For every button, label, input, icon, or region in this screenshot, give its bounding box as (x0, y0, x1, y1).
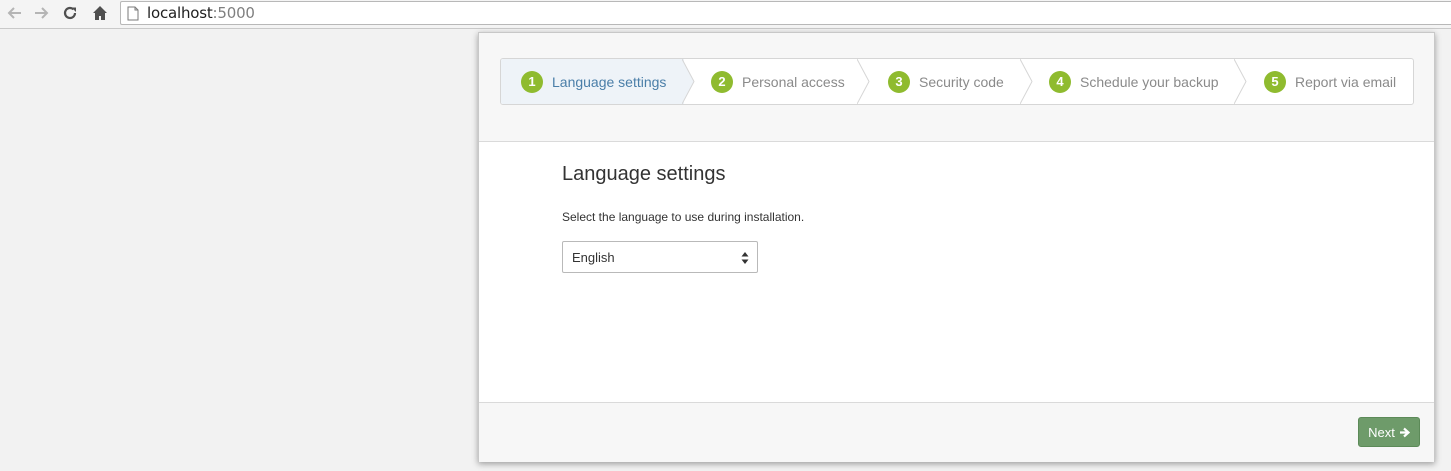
wizard-header: 1 Language settings 2 Personal access 3 … (479, 33, 1434, 142)
document-icon (126, 5, 140, 21)
step-separator (682, 59, 695, 104)
step-number-badge: 4 (1049, 70, 1071, 93)
instruction-text: Select the language to use during instal… (562, 210, 805, 224)
back-button[interactable] (4, 3, 24, 23)
step-number-badge: 1 (521, 70, 543, 93)
step-language-settings[interactable]: 1 Language settings (521, 59, 666, 104)
step-separator (857, 59, 870, 104)
next-button[interactable]: Next (1358, 417, 1420, 447)
step-label: Personal access (742, 73, 845, 90)
wizard-body: Language settings Select the language to… (479, 143, 1434, 402)
reload-icon (62, 5, 78, 21)
step-number-badge: 3 (888, 70, 910, 93)
step-label: Report via email (1295, 73, 1397, 90)
address-bar[interactable]: localhost:5000 (120, 1, 1451, 25)
page-title: Language settings (562, 163, 726, 185)
home-icon (92, 5, 108, 21)
wizard-footer: Next (479, 402, 1434, 462)
selected-language: English (572, 249, 615, 265)
arrow-right-icon (34, 6, 50, 20)
language-select[interactable]: English (562, 241, 758, 273)
reload-button[interactable] (60, 3, 80, 23)
step-personal-access[interactable]: 2 Personal access (711, 59, 845, 104)
step-label: Language settings (552, 73, 667, 90)
step-label: Security code (919, 73, 1004, 90)
step-schedule-backup[interactable]: 4 Schedule your backup (1049, 59, 1219, 104)
step-security-code[interactable]: 3 Security code (888, 59, 1004, 104)
step-separator (1020, 59, 1033, 104)
arrow-right-icon (1399, 427, 1410, 438)
url-host: localhost (147, 4, 213, 22)
home-button[interactable] (90, 3, 110, 23)
browser-toolbar: localhost:5000 (0, 0, 1451, 29)
next-button-label: Next (1368, 424, 1395, 440)
select-arrows-icon (741, 252, 749, 264)
forward-button[interactable] (32, 3, 52, 23)
step-label: Schedule your backup (1080, 73, 1219, 90)
url-text: localhost:5000 (147, 4, 255, 22)
step-number-badge: 5 (1264, 70, 1286, 93)
arrow-left-icon (6, 6, 22, 20)
url-port: :5000 (212, 4, 255, 22)
setup-wizard-dialog: 1 Language settings 2 Personal access 3 … (478, 32, 1435, 462)
step-report-email[interactable]: 5 Report via email (1264, 59, 1396, 104)
step-number-badge: 2 (711, 70, 733, 93)
step-separator (1234, 59, 1247, 104)
wizard-steps: 1 Language settings 2 Personal access 3 … (500, 58, 1414, 105)
